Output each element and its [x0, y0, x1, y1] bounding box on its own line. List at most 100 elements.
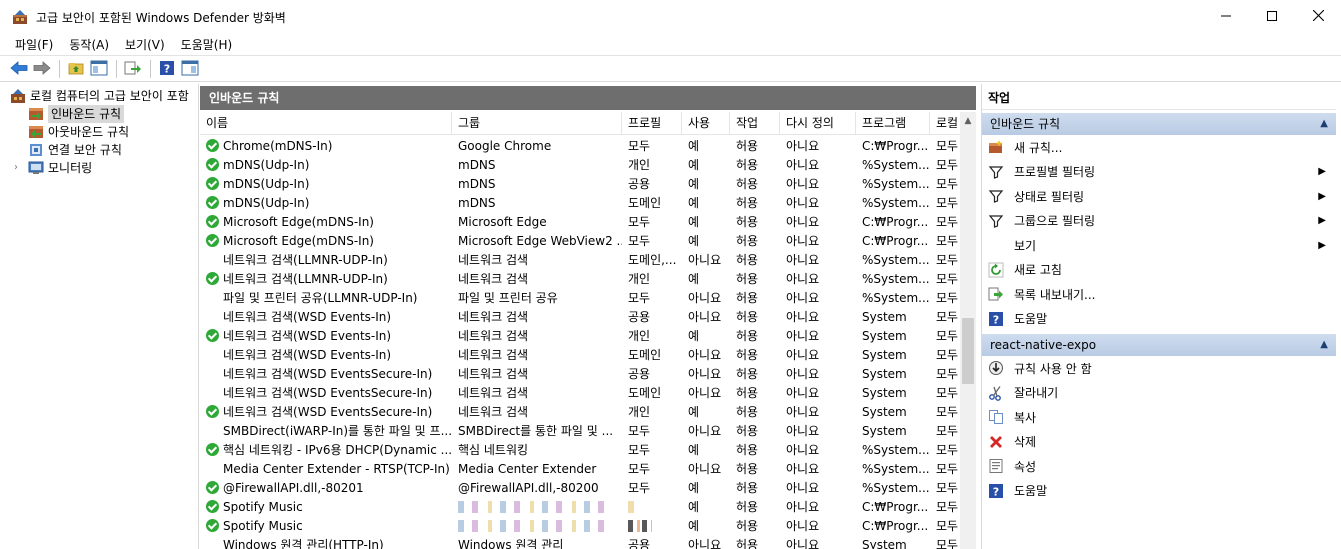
column-header-program[interactable]: 프로그램: [856, 112, 930, 134]
rule-name: 네트워크 검색(LLMNR-UDP-In): [223, 272, 388, 286]
enabled-check-icon: [206, 215, 219, 228]
table-row[interactable]: Media Center Extender - RTSP(TCP-In) Medi…: [200, 459, 960, 478]
table-row[interactable]: 네트워크 검색(WSD Events-In) 네트워크 검색 개인 예 허용 아니요 Sys…: [200, 326, 960, 345]
action-item[interactable]: ? 도움말: [982, 479, 1336, 504]
action-item[interactable]: 삭제: [982, 430, 1336, 455]
table-row[interactable]: Microsoft Edge(mDNS-In) Microsoft Edge 모두 예…: [200, 212, 960, 231]
table-row[interactable]: Windows 원격 관리(HTTP-In) Windows 원격 관리 공용 아니요…: [200, 535, 960, 549]
minimize-icon: [1221, 10, 1231, 24]
menu-action[interactable]: 동작(A): [61, 34, 117, 56]
action-item[interactable]: 규칙 사용 안 함: [982, 356, 1336, 381]
export-button[interactable]: [122, 58, 144, 80]
action-item[interactable]: 잘라내기: [982, 381, 1336, 406]
show-hide-action-button[interactable]: [179, 58, 201, 80]
table-row[interactable]: 네트워크 검색(WSD Events-In) 네트워크 검색 도메인 아니요 허용 아니요…: [200, 345, 960, 364]
table-row[interactable]: Microsoft Edge(mDNS-In) Microsoft Edge We…: [200, 231, 960, 250]
table-row[interactable]: 네트워크 검색(WSD EventsSecure-In) 네트워크 검색 개인 예 허용…: [200, 402, 960, 421]
cell-name: Spotify Music: [200, 519, 452, 533]
help-icon: ?: [159, 60, 175, 79]
table-row[interactable]: 네트워크 검색(WSD EventsSecure-In) 네트워크 검색 공용 아니요…: [200, 364, 960, 383]
action-item[interactable]: 그룹으로 필터링 ▶: [982, 209, 1336, 234]
cell-local: 모두: [936, 310, 959, 324]
minimize-button[interactable]: [1203, 0, 1249, 34]
column-header-override[interactable]: 다시 정의: [780, 112, 856, 134]
table-row[interactable]: SMBDirect(iWARP-In)를 통한 파일 및 프... SMBDire…: [200, 421, 960, 440]
action-item[interactable]: 새 규칙...: [982, 135, 1336, 160]
cell-program: C:₩Progr...: [862, 233, 929, 248]
table-row[interactable]: mDNS(Udp-In) mDNS 개인 예 허용 아니요 %System... 모두: [200, 155, 960, 174]
vertical-scrollbar[interactable]: ▲: [960, 112, 976, 549]
cell-program: %System...: [862, 176, 930, 191]
tree-root[interactable]: 로컬 컴퓨터의 고급 보안이 포함: [0, 87, 198, 105]
help-button[interactable]: ?: [156, 58, 178, 80]
action-item[interactable]: 보기 ▶: [982, 233, 1336, 258]
table-row[interactable]: mDNS(Udp-In) mDNS 도메인 예 허용 아니요 %System... 모두: [200, 193, 960, 212]
submenu-arrow-icon: ▶: [1318, 166, 1326, 178]
scrollbar-thumb[interactable]: [962, 318, 974, 384]
column-header-action[interactable]: 작업: [730, 112, 780, 134]
table-row[interactable]: Chrome(mDNS-In) Google Chrome 모두 예 허용 아니요 C:₩P…: [200, 136, 960, 155]
redacted-region: [458, 520, 608, 532]
column-header-profile[interactable]: 프로필: [622, 112, 682, 134]
tree-item-connection-security-rules[interactable]: 연결 보안 규칙: [0, 141, 198, 159]
table-row[interactable]: @FirewallAPI.dll,-80201 @FirewallAPI.dll,…: [200, 478, 960, 497]
column-header-group[interactable]: 그룹: [452, 112, 622, 134]
action-item[interactable]: 복사: [982, 405, 1336, 430]
enabled-check-icon: [206, 234, 219, 247]
cell-name: SMBDirect(iWARP-In)를 통한 파일 및 프...: [200, 422, 452, 439]
cell-local: 모두: [936, 196, 959, 210]
column-header-name[interactable]: 이름: [200, 112, 452, 134]
close-button[interactable]: [1295, 0, 1341, 34]
forward-button[interactable]: [31, 58, 53, 80]
cell-enabled: 아니요: [688, 367, 722, 381]
menu-file[interactable]: 파일(F): [0, 34, 61, 56]
monitoring-icon: [28, 160, 44, 176]
table-row[interactable]: Spotify Music 예 허용 아니요 C:₩Progr... 모두: [200, 516, 960, 535]
cell-action: 허용: [736, 196, 759, 210]
maximize-button[interactable]: [1249, 0, 1295, 34]
cell-profile: 공용: [628, 177, 651, 191]
action-item[interactable]: 상태로 필터링 ▶: [982, 184, 1336, 209]
table-row[interactable]: 네트워크 검색(WSD Events-In) 네트워크 검색 공용 아니요 허용 아니요 S…: [200, 307, 960, 326]
column-header-enabled[interactable]: 사용: [682, 112, 730, 134]
show-hide-tree-button[interactable]: [88, 58, 110, 80]
action-item[interactable]: 속성: [982, 454, 1336, 479]
menu-help[interactable]: 도움말(H): [173, 34, 241, 56]
collapse-up-icon[interactable]: ▲: [1320, 334, 1328, 356]
tree-item-monitoring[interactable]: › 모니터링: [0, 159, 198, 177]
up-button[interactable]: [65, 58, 87, 80]
cell-name: Spotify Music: [200, 500, 452, 514]
action-item[interactable]: ? 도움말: [982, 307, 1336, 332]
inbound-rules-icon: [28, 106, 44, 122]
tree-item-label: 연결 보안 규칙: [48, 143, 122, 157]
menu-view[interactable]: 보기(V): [117, 34, 173, 56]
column-header-local[interactable]: 로컬: [930, 112, 960, 134]
collapse-up-icon[interactable]: ▲: [1320, 113, 1328, 135]
table-row[interactable]: 핵심 네트워킹 - IPv6용 DHCP(Dynamic ... 핵심 네트워킹 모…: [200, 440, 960, 459]
enabled-check-icon: [206, 500, 219, 513]
table-row[interactable]: 네트워크 검색(WSD EventsSecure-In) 네트워크 검색 도메인 아니…: [200, 383, 960, 402]
tree-item-inbound-rules[interactable]: 인바운드 규칙: [0, 105, 198, 123]
svg-text:?: ?: [993, 313, 999, 326]
action-label: 새 규칙...: [1014, 140, 1063, 155]
action-section-header[interactable]: 인바운드 규칙 ▲: [982, 113, 1336, 135]
action-item[interactable]: 프로필별 필터링 ▶: [982, 160, 1336, 185]
action-label: 상태로 필터링: [1014, 189, 1085, 204]
cell-profile: 모두: [628, 139, 651, 153]
table-row[interactable]: 파일 및 프린터 공유(LLMNR-UDP-In) 파일 및 프린터 공유 모두 아니…: [200, 288, 960, 307]
table-row[interactable]: 네트워크 검색(LLMNR-UDP-In) 네트워크 검색 도메인,... 아니요 허용…: [200, 250, 960, 269]
action-section-header[interactable]: react-native-expo ▲: [982, 334, 1336, 356]
expand-chevron-icon[interactable]: ›: [14, 159, 24, 177]
table-row[interactable]: 네트워크 검색(LLMNR-UDP-In) 네트워크 검색 개인 예 허용 아니요 %Sys…: [200, 269, 960, 288]
tree-item-outbound-rules[interactable]: 아웃바운드 규칙: [0, 123, 198, 141]
cell-enabled: 아니요: [688, 462, 722, 476]
submenu-arrow-icon: ▶: [1318, 190, 1326, 202]
back-button[interactable]: [8, 58, 30, 80]
table-row[interactable]: Spotify Music 예 허용 아니요 C:₩Progr... 모두: [200, 497, 960, 516]
table-row[interactable]: mDNS(Udp-In) mDNS 공용 예 허용 아니요 %System... 모두: [200, 174, 960, 193]
scroll-up-icon[interactable]: ▲: [960, 112, 976, 129]
action-item[interactable]: 새로 고침: [982, 258, 1336, 283]
cell-local: 모두: [936, 272, 959, 286]
disabled-rule-icon: [206, 253, 219, 266]
action-item[interactable]: 목록 내보내기...: [982, 282, 1336, 307]
